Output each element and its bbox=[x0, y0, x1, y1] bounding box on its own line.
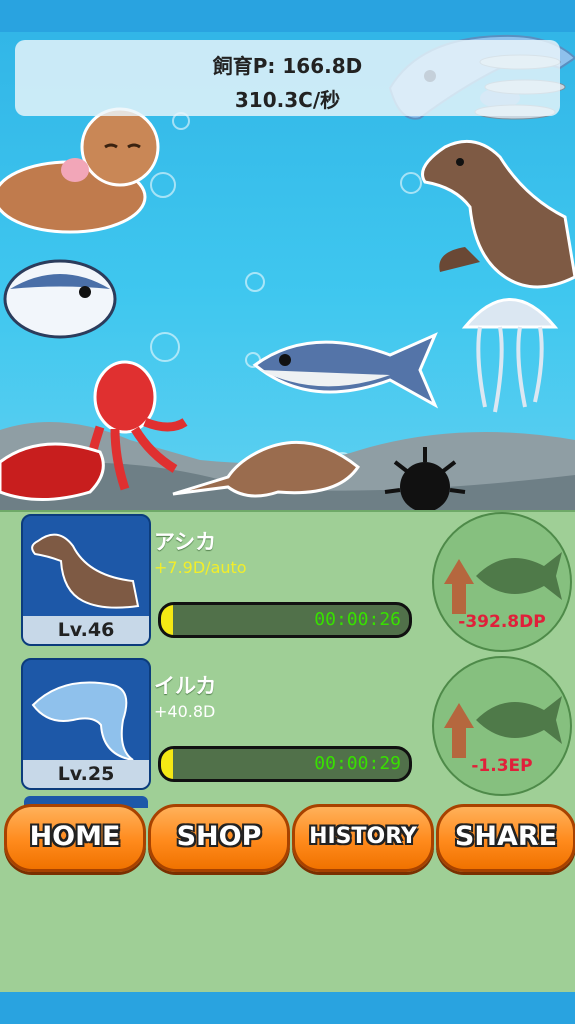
home-button[interactable]: HOME bbox=[4, 804, 146, 872]
sea-lion-sprite bbox=[421, 139, 575, 289]
creature-row: Lv.25 イルカ +40.8D 00:00:29 -1.3EP bbox=[0, 656, 575, 798]
points-per-second-text: 310.3C/秒 bbox=[234, 88, 341, 112]
sea-otter-sprite bbox=[0, 107, 160, 234]
history-button-label: HISTORY bbox=[309, 824, 417, 849]
share-button[interactable]: SHARE bbox=[436, 804, 575, 872]
creature-thumbnail-sea-lion[interactable]: Lv.46 bbox=[21, 514, 151, 646]
countdown-timer: 00:00:29 bbox=[314, 753, 401, 774]
progress-fill bbox=[161, 605, 174, 635]
countdown-timer: 00:00:26 bbox=[314, 609, 401, 630]
creature-thumbnail-dolphin[interactable]: Lv.25 bbox=[21, 658, 151, 790]
shop-button[interactable]: SHOP bbox=[148, 804, 290, 872]
upgrade-cost: -1.3EP bbox=[471, 756, 533, 776]
dolphin-icon bbox=[31, 681, 134, 761]
stingray-sprite bbox=[172, 440, 361, 498]
creature-row: Lv.46 アシカ +7.9D/auto 00:00:26 -392.8DP bbox=[0, 512, 575, 654]
lobster-sprite bbox=[0, 442, 105, 501]
shop-button-label: SHOP bbox=[176, 821, 262, 852]
pufferfish-sprite bbox=[3, 259, 117, 339]
upgrade-button[interactable]: -392.8DP bbox=[432, 512, 572, 652]
progress-fill bbox=[161, 749, 174, 779]
upgrade-button[interactable]: -1.3EP bbox=[432, 656, 572, 796]
top-bar bbox=[0, 0, 575, 32]
sea-lion-icon bbox=[31, 533, 140, 609]
share-button-label: SHARE bbox=[454, 821, 558, 852]
sea-urchin-sprite bbox=[384, 447, 466, 510]
creature-name: イルカ bbox=[154, 674, 217, 698]
feeding-progress-bar: 00:00:26 bbox=[158, 602, 412, 638]
bottom-bar bbox=[0, 992, 575, 1024]
creature-level: Lv.46 bbox=[23, 616, 149, 644]
creature-panel: Lv.46 アシカ +7.9D/auto 00:00:26 -392.8DP L… bbox=[0, 510, 575, 994]
home-button-label: HOME bbox=[29, 821, 121, 852]
creature-income: +40.8D bbox=[154, 702, 216, 721]
creature-name: アシカ bbox=[154, 530, 217, 554]
jellyfish-sprite bbox=[461, 298, 559, 413]
breeding-points-text: 飼育P: 166.8D bbox=[212, 54, 363, 78]
creature-level: Lv.25 bbox=[23, 760, 149, 788]
feeding-progress-bar: 00:00:29 bbox=[158, 746, 412, 782]
creature-income: +7.9D/auto bbox=[154, 558, 247, 577]
upgrade-cost: -392.8DP bbox=[458, 612, 546, 632]
breeding-points-display: 飼育P: 166.8D 310.3C/秒 bbox=[15, 40, 560, 116]
history-button[interactable]: HISTORY bbox=[292, 804, 434, 872]
bubble bbox=[245, 272, 265, 292]
tuna-sprite bbox=[252, 332, 439, 409]
